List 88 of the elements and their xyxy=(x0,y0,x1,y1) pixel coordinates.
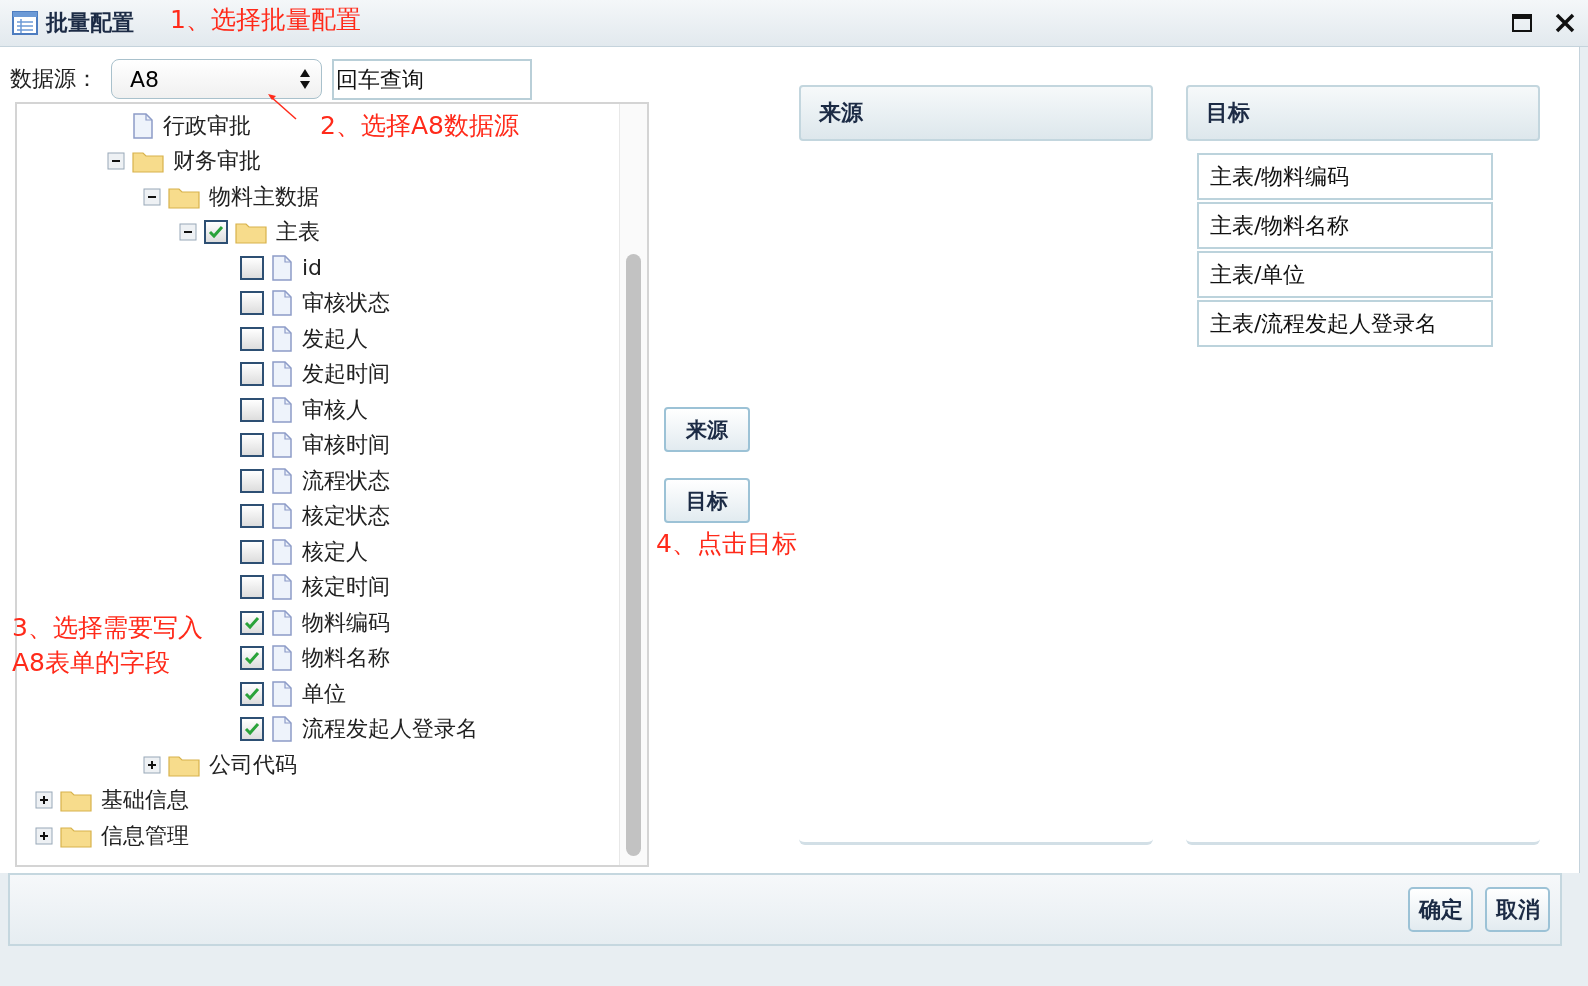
tree-item-label[interactable]: 审核人 xyxy=(302,394,368,425)
table-icon xyxy=(12,10,38,36)
checkmark-icon xyxy=(244,722,260,737)
annotation-text: 4、点击目标 xyxy=(656,528,797,560)
mapping-button[interactable]: 目标 xyxy=(664,478,750,523)
tree-item-label[interactable]: 信息管理 xyxy=(101,820,189,851)
checkmark-icon xyxy=(244,686,260,701)
checkbox[interactable] xyxy=(240,468,264,493)
tree-item-label[interactable]: 单位 xyxy=(302,678,346,709)
checkmark-icon xyxy=(244,615,260,630)
checkmark-icon xyxy=(244,651,260,666)
checkbox[interactable] xyxy=(240,610,264,635)
folder-icon xyxy=(132,149,164,174)
checkbox[interactable] xyxy=(204,220,228,245)
tree-item-label[interactable]: 流程发起人登录名 xyxy=(302,714,478,745)
tree-item-label[interactable]: id xyxy=(302,255,323,281)
document-icon xyxy=(271,254,293,281)
folder-icon xyxy=(60,788,92,813)
document-icon xyxy=(271,361,293,388)
collapse-icon[interactable] xyxy=(107,152,125,171)
document-icon xyxy=(271,290,293,317)
tree-item-label[interactable]: 发起时间 xyxy=(302,359,390,390)
folder-icon xyxy=(235,220,267,245)
annotation-text: 1、选择批量配置 xyxy=(170,4,361,36)
annotation-text: 2、选择A8数据源 xyxy=(320,110,519,142)
tree-item-label[interactable]: 公司代码 xyxy=(209,749,297,780)
tree-item-label[interactable]: 物料名称 xyxy=(302,643,390,674)
tree-item-label[interactable]: 物料主数据 xyxy=(209,181,319,212)
document-icon xyxy=(271,716,293,743)
target-field-item[interactable]: 主表/物料名称 xyxy=(1197,202,1493,249)
datasource-label: 数据源： xyxy=(10,65,99,93)
close-icon[interactable] xyxy=(1554,12,1576,34)
checkbox[interactable] xyxy=(240,539,264,564)
tree-item-label[interactable]: 行政审批 xyxy=(163,110,251,141)
tree-item-label[interactable]: 发起人 xyxy=(302,323,368,354)
document-icon xyxy=(271,574,293,601)
checkbox[interactable] xyxy=(240,362,264,387)
collapse-icon[interactable] xyxy=(143,187,161,206)
tree-item-label[interactable]: 基础信息 xyxy=(101,785,189,816)
dialog-button[interactable]: 确定 xyxy=(1408,887,1473,932)
document-icon xyxy=(271,325,293,352)
target-field-item[interactable]: 主表/流程发起人登录名 xyxy=(1197,300,1493,347)
checkmark-icon xyxy=(208,225,224,240)
document-icon xyxy=(271,396,293,423)
checkbox[interactable] xyxy=(240,681,264,706)
tree-item-label[interactable]: 核定时间 xyxy=(302,572,390,603)
checkbox[interactable] xyxy=(240,504,264,529)
panel-header: 来源 xyxy=(799,85,1153,141)
document-icon xyxy=(271,432,293,459)
panel-header: 目标 xyxy=(1186,85,1540,141)
tree-item-label[interactable]: 核定人 xyxy=(302,536,368,567)
tree-item-label[interactable]: 审核时间 xyxy=(302,430,390,461)
document-icon xyxy=(271,645,293,672)
document-icon xyxy=(271,538,293,565)
dialog-button[interactable]: 取消 xyxy=(1485,887,1550,932)
mapping-button[interactable]: 来源 xyxy=(664,407,750,452)
tree-item-label[interactable]: 流程状态 xyxy=(302,465,390,496)
expand-icon[interactable] xyxy=(35,826,53,845)
search-field[interactable]: 回车查询 xyxy=(332,58,532,100)
document-icon xyxy=(132,112,154,139)
expand-icon[interactable] xyxy=(143,755,161,774)
datasource-select[interactable]: A8 xyxy=(111,59,322,99)
tree-item-label[interactable]: 主表 xyxy=(276,217,320,248)
window-title: 批量配置 xyxy=(46,9,134,37)
tree-item-label[interactable]: 审核状态 xyxy=(302,288,390,319)
spinner-arrows-icon xyxy=(299,67,311,91)
checkbox[interactable] xyxy=(240,433,264,458)
document-icon xyxy=(271,609,293,636)
checkbox[interactable] xyxy=(240,291,264,316)
document-icon xyxy=(271,503,293,530)
annotation-text: 3、选择需要写入 A8表单的字段 xyxy=(12,612,203,679)
tree-item-label[interactable]: 财务审批 xyxy=(173,146,261,177)
scrollbar[interactable] xyxy=(619,104,647,865)
checkbox[interactable] xyxy=(240,255,264,280)
document-icon xyxy=(271,680,293,707)
checkbox[interactable] xyxy=(240,326,264,351)
target-field-item[interactable]: 主表/单位 xyxy=(1197,251,1493,298)
checkbox[interactable] xyxy=(240,397,264,422)
checkbox[interactable] xyxy=(240,646,264,671)
tree-item-label[interactable]: 核定状态 xyxy=(302,501,390,532)
checkbox[interactable] xyxy=(240,575,264,600)
target-field-item[interactable]: 主表/物料编码 xyxy=(1197,153,1493,200)
checkbox[interactable] xyxy=(240,717,264,742)
collapse-icon[interactable] xyxy=(179,223,197,242)
expand-icon[interactable] xyxy=(35,791,53,810)
tree-item-label[interactable]: 物料编码 xyxy=(302,607,390,638)
maximize-icon[interactable] xyxy=(1512,14,1532,32)
document-icon xyxy=(271,467,293,494)
